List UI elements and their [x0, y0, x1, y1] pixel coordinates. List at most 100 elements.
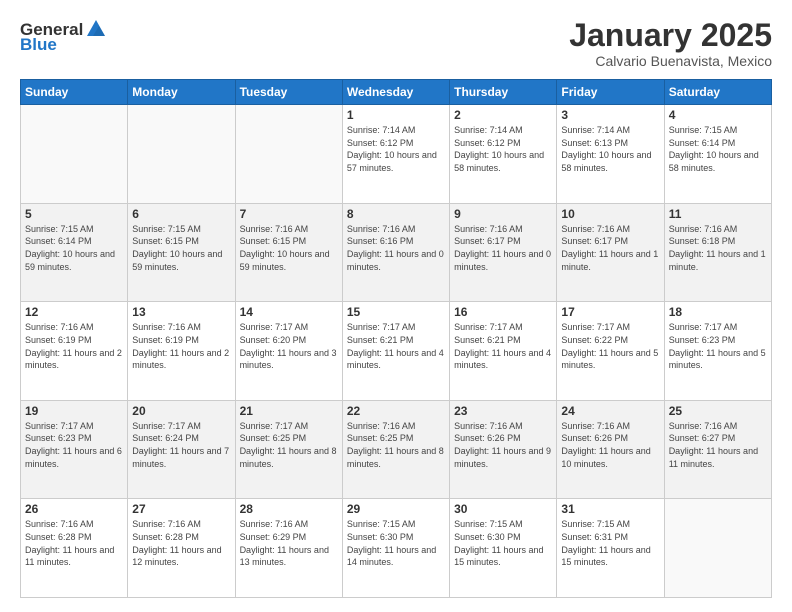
day-info: Sunrise: 7:16 AM Sunset: 6:27 PM Dayligh… — [669, 420, 767, 470]
day-number: 10 — [561, 207, 659, 221]
day-info: Sunrise: 7:17 AM Sunset: 6:24 PM Dayligh… — [132, 420, 230, 470]
calendar-cell: 14 Sunrise: 7:17 AM Sunset: 6:20 PM Dayli… — [235, 302, 342, 401]
calendar-cell: 5 Sunrise: 7:15 AM Sunset: 6:14 PM Daylig… — [21, 203, 128, 302]
day-number: 11 — [669, 207, 767, 221]
day-number: 6 — [132, 207, 230, 221]
day-info: Sunrise: 7:16 AM Sunset: 6:19 PM Dayligh… — [25, 321, 123, 371]
title-block: January 2025 Calvario Buenavista, Mexico — [569, 18, 772, 69]
calendar-cell: 31 Sunrise: 7:15 AM Sunset: 6:31 PM Dayli… — [557, 499, 664, 598]
day-info: Sunrise: 7:16 AM Sunset: 6:18 PM Dayligh… — [669, 223, 767, 273]
calendar-cell: 20 Sunrise: 7:17 AM Sunset: 6:24 PM Dayli… — [128, 400, 235, 499]
calendar-cell: 1Sunrise: 7:14 AM Sunset: 6:12 PM Daylig… — [342, 105, 449, 204]
day-info: Sunrise: 7:15 AM Sunset: 6:31 PM Dayligh… — [561, 518, 659, 568]
day-number: 1 — [347, 108, 445, 122]
calendar-cell — [21, 105, 128, 204]
logo-icon — [85, 18, 107, 40]
calendar-week-1: 1 Sunrise: 7:14 AM Sunset: 6:12 PM Daylig… — [21, 105, 772, 204]
calendar-cell: 7 Sunrise: 7:16 AM Sunset: 6:15 PM Daylig… — [235, 203, 342, 302]
col-thursday: Thursday — [450, 80, 557, 105]
calendar-week-2: 5 Sunrise: 7:15 AM Sunset: 6:14 PM Daylig… — [21, 203, 772, 302]
day-info: Sunrise: 7:16 AM Sunset: 6:28 PM Dayligh… — [132, 518, 230, 568]
calendar-cell — [664, 499, 771, 598]
day-number: 17 — [561, 305, 659, 319]
day-info: Sunrise: 7:16 AM Sunset: 6:26 PM Dayligh… — [454, 420, 552, 470]
day-number: 2 — [454, 108, 552, 122]
day-number: 29 — [347, 502, 445, 516]
calendar-cell: 17 Sunrise: 7:17 AM Sunset: 6:22 PM Dayli… — [557, 302, 664, 401]
calendar-cell — [128, 105, 235, 204]
col-saturday: Saturday — [664, 80, 771, 105]
calendar-cell: 15 Sunrise: 7:17 AM Sunset: 6:21 PM Dayli… — [342, 302, 449, 401]
day-number: 28 — [240, 502, 338, 516]
day-number: 31 — [561, 502, 659, 516]
day-info: Sunrise: 7:17 AM Sunset: 6:22 PM Dayligh… — [561, 321, 659, 371]
calendar-cell: 10 Sunrise: 7:16 AM Sunset: 6:17 PM Dayli… — [557, 203, 664, 302]
calendar-cell: 9 Sunrise: 7:16 AM Sunset: 6:17 PM Daylig… — [450, 203, 557, 302]
day-number: 7 — [240, 207, 338, 221]
day-number: 30 — [454, 502, 552, 516]
day-info: Sunrise: 7:17 AM Sunset: 6:20 PM Dayligh… — [240, 321, 338, 371]
day-info: Sunrise: 7:16 AM Sunset: 6:29 PM Dayligh… — [240, 518, 338, 568]
day-info: Sunrise: 7:15 AM Sunset: 6:14 PM Dayligh… — [669, 124, 767, 174]
day-number: 20 — [132, 404, 230, 418]
calendar-cell: 28 Sunrise: 7:16 AM Sunset: 6:29 PM Dayli… — [235, 499, 342, 598]
day-info: Sunrise: 7:16 AM Sunset: 6:17 PM Dayligh… — [454, 223, 552, 273]
title-month: January 2025 — [569, 18, 772, 53]
day-info: Sunrise: 7:17 AM Sunset: 6:23 PM Dayligh… — [669, 321, 767, 371]
calendar-cell: 30 Sunrise: 7:15 AM Sunset: 6:30 PM Dayli… — [450, 499, 557, 598]
day-info: Sunrise: 7:15 AM Sunset: 6:30 PM Dayligh… — [454, 518, 552, 568]
calendar-cell: 8 Sunrise: 7:16 AM Sunset: 6:16 PM Daylig… — [342, 203, 449, 302]
day-number: 13 — [132, 305, 230, 319]
day-number: 15 — [347, 305, 445, 319]
day-number: 4 — [669, 108, 767, 122]
col-wednesday: Wednesday — [342, 80, 449, 105]
day-number: 18 — [669, 305, 767, 319]
calendar-cell: 12 Sunrise: 7:16 AM Sunset: 6:19 PM Dayli… — [21, 302, 128, 401]
col-monday: Monday — [128, 80, 235, 105]
day-number: 21 — [240, 404, 338, 418]
col-sunday: Sunday — [21, 80, 128, 105]
day-number: 16 — [454, 305, 552, 319]
day-number: 5 — [25, 207, 123, 221]
day-info: Sunrise: 7:16 AM Sunset: 6:17 PM Dayligh… — [561, 223, 659, 273]
calendar-cell: 18 Sunrise: 7:17 AM Sunset: 6:23 PM Dayli… — [664, 302, 771, 401]
day-info: Sunrise: 7:16 AM Sunset: 6:16 PM Dayligh… — [347, 223, 445, 273]
calendar-cell: 3 Sunrise: 7:14 AM Sunset: 6:13 PM Daylig… — [557, 105, 664, 204]
day-info: Sunrise: 7:15 AM Sunset: 6:15 PM Dayligh… — [132, 223, 230, 273]
calendar-table: Sunday Monday Tuesday Wednesday Thursday… — [20, 79, 772, 598]
day-info: Sunrise: 7:17 AM Sunset: 6:23 PM Dayligh… — [25, 420, 123, 470]
col-tuesday: Tuesday — [235, 80, 342, 105]
day-info: Sunrise: 7:16 AM Sunset: 6:15 PM Dayligh… — [240, 223, 338, 273]
calendar-cell: 22Sunrise: 7:16 AM Sunset: 6:25 PM Dayli… — [342, 400, 449, 499]
day-info: Sunrise: 7:14 AM Sunset: 6:13 PM Dayligh… — [561, 124, 659, 174]
calendar-cell: 4 Sunrise: 7:15 AM Sunset: 6:14 PM Daylig… — [664, 105, 771, 204]
calendar-cell: 2 Sunrise: 7:14 AM Sunset: 6:12 PM Daylig… — [450, 105, 557, 204]
day-number: 19 — [25, 404, 123, 418]
day-number: 27 — [132, 502, 230, 516]
day-info: Sunrise: 7:17 AM Sunset: 6:21 PM Dayligh… — [347, 321, 445, 371]
day-number: 3 — [561, 108, 659, 122]
day-number: 25 — [669, 404, 767, 418]
day-info: Sunrise: 7:16 AM Sunset: 6:28 PM Dayligh… — [25, 518, 123, 568]
calendar-cell: 16 Sunrise: 7:17 AM Sunset: 6:21 PM Dayli… — [450, 302, 557, 401]
calendar-cell: 19 Sunrise: 7:17 AM Sunset: 6:23 PM Dayli… — [21, 400, 128, 499]
title-location: Calvario Buenavista, Mexico — [569, 53, 772, 69]
calendar-cell: 11 Sunrise: 7:16 AM Sunset: 6:18 PM Dayli… — [664, 203, 771, 302]
calendar-cell: 21 Sunrise: 7:17 AM Sunset: 6:25 PM Dayli… — [235, 400, 342, 499]
day-number: 8 — [347, 207, 445, 221]
day-info: Sunrise: 7:17 AM Sunset: 6:21 PM Dayligh… — [454, 321, 552, 371]
day-info: Sunrise: 7:14 AM Sunset: 6:12 PM Dayligh… — [454, 124, 552, 174]
logo: General Blue — [20, 18, 107, 53]
day-number: 14 — [240, 305, 338, 319]
day-number: 12 — [25, 305, 123, 319]
calendar-week-5: 26 Sunrise: 7:16 AM Sunset: 6:28 PM Dayli… — [21, 499, 772, 598]
day-info: Sunrise: 7:17 AM Sunset: 6:25 PM Dayligh… — [240, 420, 338, 470]
day-info: Sunrise: 7:15 AM Sunset: 6:14 PM Dayligh… — [25, 223, 123, 273]
day-number: 9 — [454, 207, 552, 221]
header: General Blue January 2025 Calvario Buena… — [20, 18, 772, 69]
calendar-cell — [235, 105, 342, 204]
day-number: 26 — [25, 502, 123, 516]
day-number: 23 — [454, 404, 552, 418]
day-info: Sunrise: 7:16 AM Sunset: 6:25 PM Dayligh… — [347, 420, 445, 470]
page: General Blue January 2025 Calvario Buena… — [0, 0, 792, 612]
